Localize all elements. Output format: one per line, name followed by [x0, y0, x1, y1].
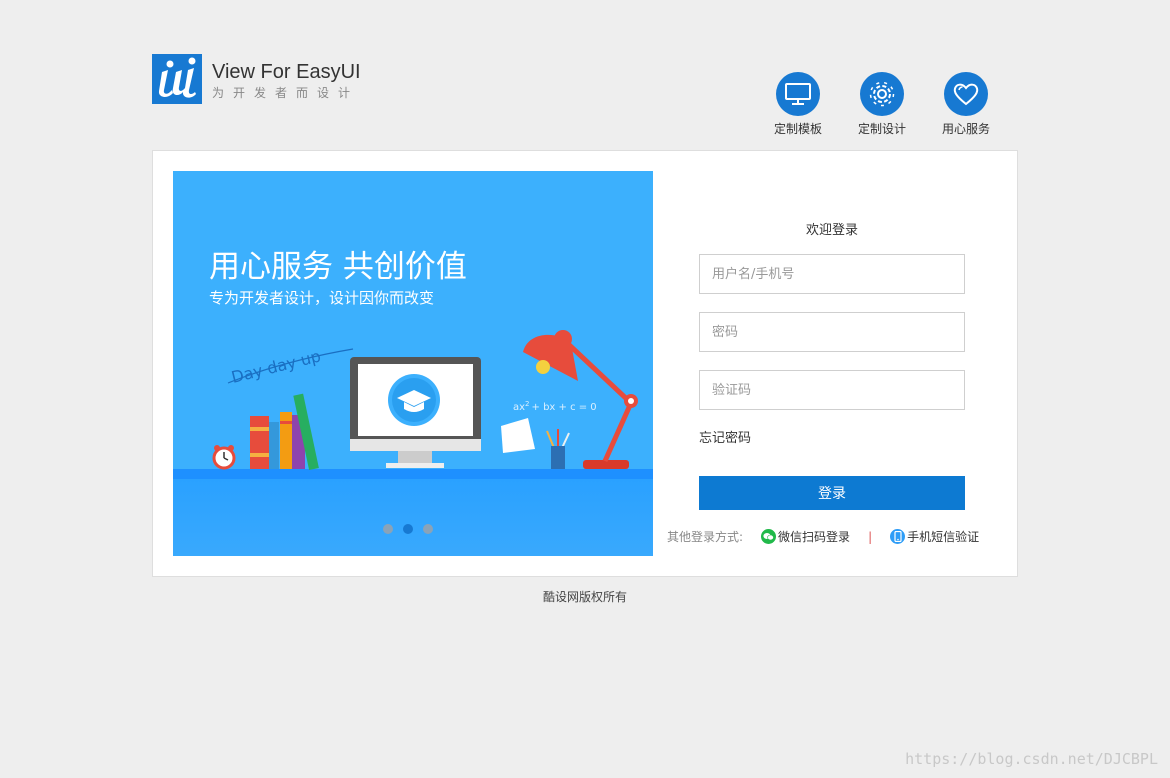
wechat-login-label: 微信扫码登录 — [778, 530, 851, 544]
wechat-icon — [761, 529, 777, 544]
gear-icon — [860, 72, 904, 116]
sms-login-label: 手机短信验证 — [907, 530, 980, 544]
username-field-wrapper — [699, 254, 965, 294]
formula-text: ax2 + bx + c = 0 — [513, 400, 597, 413]
brand-title: View For EasyUI — [212, 61, 361, 83]
heart-icon — [944, 72, 988, 116]
footer-copyright: 酷设网版权所有 — [542, 590, 627, 604]
paper-icon — [501, 418, 535, 453]
forgot-password-link[interactable]: 忘记密码 — [699, 427, 751, 446]
desk-lamp-icon — [523, 330, 638, 469]
brand-logo — [152, 54, 202, 104]
banner-subtitle: 专为开发者设计，设计因你而改变 — [209, 289, 435, 307]
mobile-phone-icon — [890, 529, 906, 544]
feature-caring-service[interactable]: 用心服务 — [921, 72, 1011, 137]
password-input[interactable] — [700, 313, 964, 351]
feature-custom-template[interactable]: 定制模板 — [753, 72, 843, 137]
watermark-text: https://blog.csdn.net/DJCBPL — [905, 750, 1158, 768]
banner-illustration: Day day up ax2 + bx + c = 0 — [212, 330, 638, 471]
pencil-cup-icon — [546, 429, 570, 469]
books-icon — [250, 393, 319, 471]
other-login-methods: 其他登录方式: 微信扫码登录 | 手机短信验证 — [667, 528, 979, 545]
welcome-heading: 欢迎登录 — [805, 223, 858, 238]
password-field-wrapper — [699, 312, 965, 352]
feature-label: 定制设计 — [857, 122, 906, 136]
alarm-clock-icon — [212, 445, 236, 470]
feature-label: 定制模板 — [773, 122, 822, 136]
feature-label: 用心服务 — [941, 122, 990, 136]
captcha-input[interactable] — [700, 371, 964, 409]
username-input[interactable] — [700, 255, 964, 293]
login-card: Day day up ax2 + bx + c = 0 用心服务 共创价值 专为… — [152, 150, 1018, 577]
wechat-login-option[interactable]: 微信扫码登录 — [761, 528, 850, 545]
carousel-dot[interactable] — [423, 524, 433, 534]
carousel-dot[interactable] — [383, 524, 393, 534]
carousel-indicators — [383, 524, 433, 534]
promo-banner: Day day up ax2 + bx + c = 0 用心服务 共创价值 专为… — [173, 171, 653, 556]
captcha-field-wrapper — [699, 370, 965, 410]
monitor-illustration — [350, 357, 481, 468]
brand-subtitle: 为开发者而设计 — [212, 86, 360, 100]
feature-custom-design[interactable]: 定制设计 — [837, 72, 927, 137]
carousel-dot-active[interactable] — [403, 524, 413, 534]
other-login-label: 其他登录方式: — [667, 530, 744, 544]
ui-logo-icon — [158, 57, 196, 98]
separator: | — [868, 529, 873, 544]
banner-title: 用心服务 共创价值 — [209, 249, 467, 285]
monitor-icon — [776, 72, 820, 116]
sms-login-option[interactable]: 手机短信验证 — [890, 528, 979, 545]
login-button[interactable]: 登录 — [699, 476, 965, 510]
